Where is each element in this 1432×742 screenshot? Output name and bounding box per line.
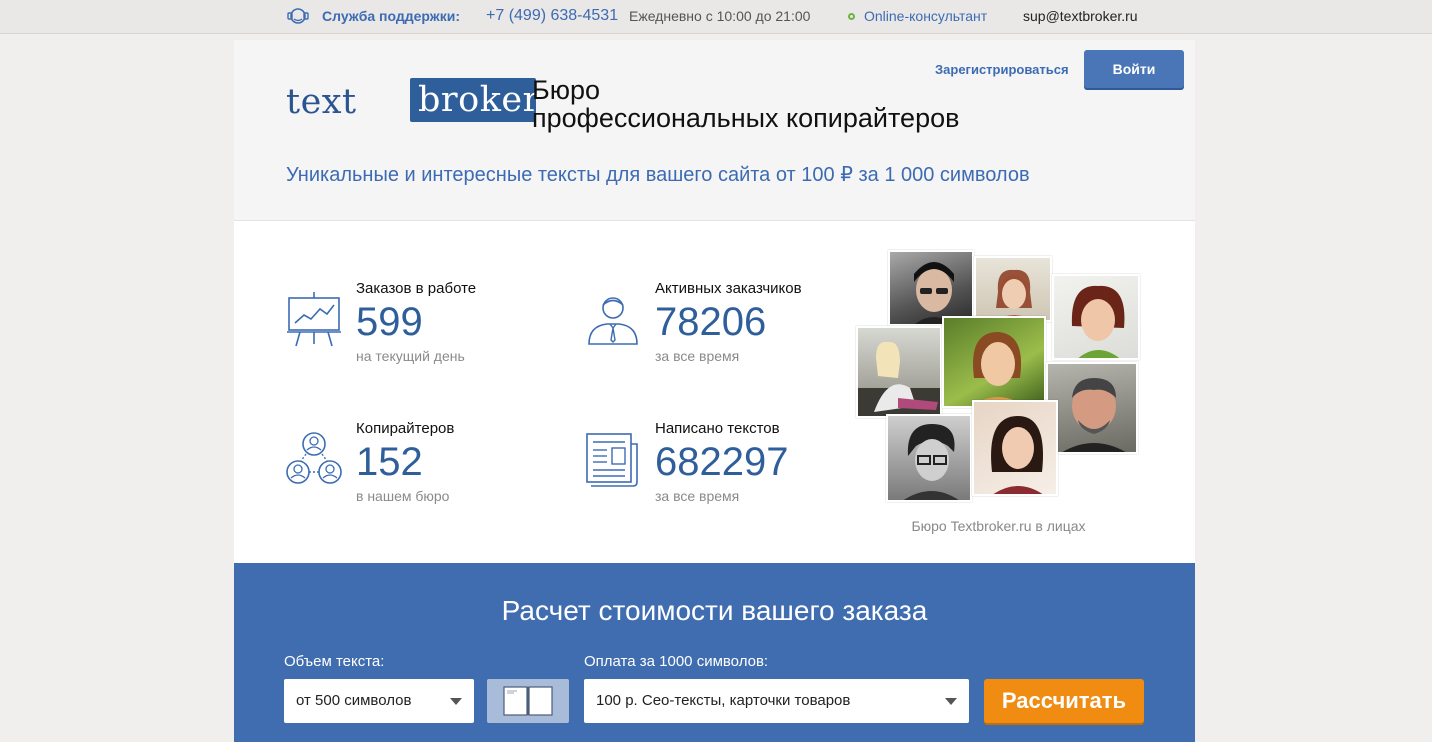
team-photo — [888, 250, 974, 326]
stat-sub: за все время — [655, 348, 740, 364]
stat-orders: Заказов в работе 599 на текущий день — [286, 280, 546, 370]
team-photo — [886, 414, 972, 502]
presentation-chart-icon — [287, 292, 341, 347]
support-label: Служба поддержки: — [322, 8, 460, 24]
site-header: text broker Бюро профессиональных копира… — [234, 40, 1195, 221]
price-calculator: Расчет стоимости вашего заказа Объем тек… — [234, 563, 1195, 742]
online-consultant-link[interactable]: Online-консультант — [864, 0, 987, 32]
stat-sub: на текущий день — [356, 348, 465, 364]
stat-label: Заказов в работе — [356, 280, 477, 297]
register-link[interactable]: Зарегистрироваться — [935, 62, 1069, 77]
stat-sub: в нашем бюро — [356, 488, 450, 504]
stat-copywriters: Копирайтеров 152 в нашем бюро — [286, 420, 546, 510]
team-photo — [972, 400, 1058, 496]
team-photo — [974, 256, 1052, 322]
price-select-value: 100 р. Сео-тексты, карточки товаров — [596, 692, 851, 709]
slogan-line-1: Бюро — [532, 75, 601, 105]
stat-label: Написано текстов — [655, 420, 780, 437]
slogan-line-2: профессиональных копирайтеров — [532, 103, 960, 133]
chevron-down-icon — [450, 698, 462, 705]
stat-customers: Активных заказчиков 78206 за все время — [585, 280, 845, 370]
support-email-link[interactable]: sup@textbroker.ru — [1023, 0, 1138, 32]
collage-caption: Бюро Textbroker.ru в лицах — [911, 518, 1086, 534]
calculate-button[interactable]: Рассчитать — [984, 679, 1144, 723]
stat-texts: Написано текстов 682297 за все время — [585, 420, 845, 510]
team-photo — [1052, 274, 1140, 360]
stat-label: Копирайтеров — [356, 420, 455, 437]
stat-label: Активных заказчиков — [655, 280, 802, 297]
volume-select-value: от 500 символов — [296, 692, 412, 709]
support-bar: Служба поддержки: +7 (499) 638-4531 Ежед… — [0, 0, 1432, 34]
stat-sub: за все время — [655, 488, 740, 504]
support-phone[interactable]: +7 (499) 638-4531 — [486, 0, 618, 32]
calculator-title: Расчет стоимости вашего заказа — [501, 595, 928, 626]
textbroker-logo[interactable]: text broker — [286, 78, 539, 124]
volume-preview — [487, 679, 569, 723]
main-card: text broker Бюро профессиональных копира… — [234, 40, 1195, 742]
chevron-down-icon — [945, 698, 957, 705]
site-slogan: Бюро профессиональных копирайтеров — [532, 76, 959, 132]
customer-icon — [588, 297, 638, 345]
team-photo — [856, 326, 942, 418]
support-hours: Ежедневно с 10:00 до 21:00 — [629, 8, 811, 24]
online-status-icon — [848, 13, 855, 20]
stat-value: 152 — [356, 440, 423, 484]
team-photo — [1046, 362, 1138, 454]
logo-box-text: broker — [418, 80, 540, 120]
volume-label: Объем текста: — [284, 653, 385, 670]
logo-box: broker — [410, 78, 539, 122]
headset-icon — [287, 8, 309, 24]
stat-value: 599 — [356, 300, 423, 344]
team-network-icon — [286, 432, 342, 484]
price-select[interactable]: 100 р. Сео-тексты, карточки товаров — [584, 679, 969, 723]
price-label: Оплата за 1000 символов: — [584, 653, 769, 670]
team-photo — [942, 316, 1046, 408]
tagline: Уникальные и интересные тексты для вашег… — [286, 164, 1030, 186]
stat-value: 78206 — [655, 300, 767, 344]
stat-value: 682297 — [655, 440, 789, 484]
open-book-icon — [503, 686, 553, 716]
newspaper-icon — [586, 433, 638, 487]
logo-text: text — [286, 82, 357, 122]
team-photo-collage[interactable] — [856, 250, 1146, 506]
volume-select[interactable]: от 500 символов — [284, 679, 474, 723]
login-button[interactable]: Войти — [1084, 50, 1184, 88]
